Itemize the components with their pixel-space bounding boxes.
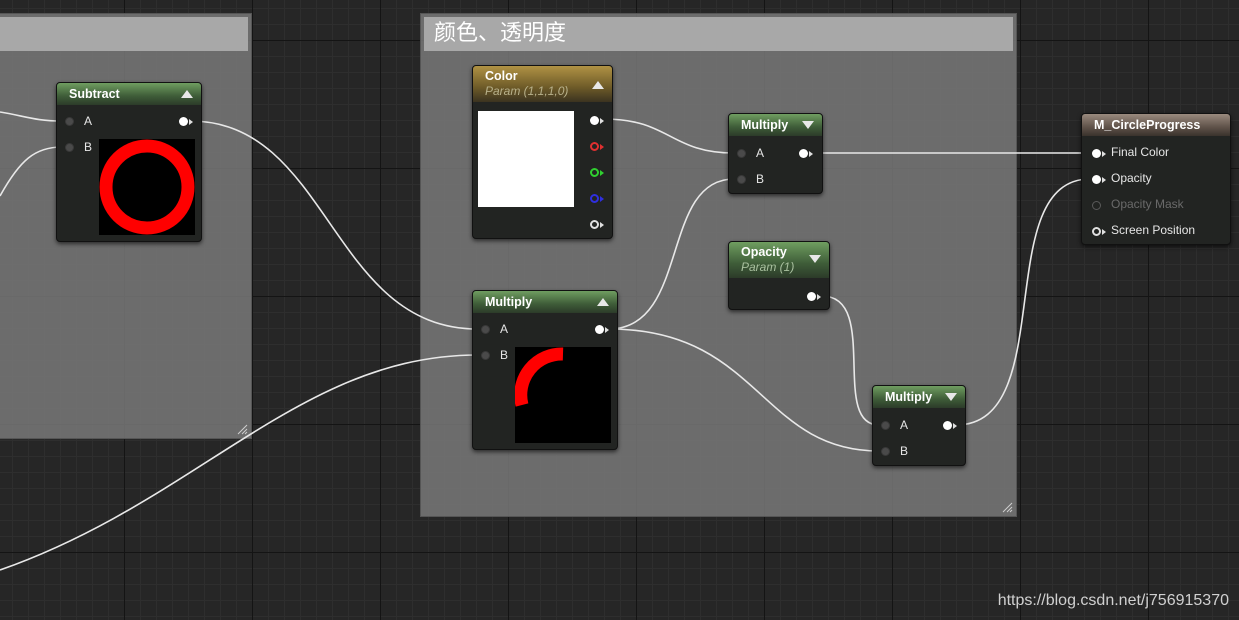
node-title: Opacity: [741, 245, 787, 259]
pin-label-opacity: Opacity: [1111, 171, 1152, 185]
node-title: Subtract: [69, 87, 120, 101]
material-result-node[interactable]: M_CircleProgress Final Color Opacity Opa…: [1081, 113, 1231, 245]
pin-output[interactable]: [807, 292, 816, 301]
pin-output-g[interactable]: [590, 168, 599, 177]
pin-output[interactable]: [799, 149, 808, 158]
pin-label-a: A: [756, 146, 765, 160]
pin-input-opacity-mask[interactable]: [1092, 201, 1101, 210]
pin-label-a: A: [84, 114, 93, 128]
output-arrow-icon: [600, 170, 604, 176]
node-header[interactable]: Opacity Param (1): [729, 242, 829, 278]
expand-arrow-icon[interactable]: [945, 393, 957, 401]
wire-color-to-multiply-top-a: [603, 118, 735, 154]
output-arrow-icon: [953, 423, 957, 429]
pin-label-b: B: [500, 348, 509, 362]
multiply-node-top[interactable]: Multiply A B: [728, 113, 823, 194]
output-arrow-icon: [600, 196, 604, 202]
node-title: Multiply: [885, 390, 933, 404]
expand-arrow-icon[interactable]: [802, 121, 814, 129]
color-swatch-preview: [478, 111, 574, 207]
collapse-arrow-icon[interactable]: [592, 81, 604, 89]
subtract-node[interactable]: Subtract A B: [56, 82, 202, 242]
pin-input-b[interactable]: [481, 351, 490, 360]
multiply-node-bottom[interactable]: Multiply A B: [872, 385, 966, 466]
pin-input-b[interactable]: [881, 447, 890, 456]
wire-in-subtract-a: [0, 111, 63, 122]
wire-multiply-mid-to-multiply-bottom-b: [608, 328, 880, 452]
pin-input-b[interactable]: [737, 175, 746, 184]
pin-input-a[interactable]: [881, 421, 890, 430]
collapse-arrow-icon[interactable]: [597, 298, 609, 306]
opacity-param-node[interactable]: Opacity Param (1): [728, 241, 830, 310]
pin-label-b: B: [84, 140, 93, 154]
multiply-node-mid[interactable]: Multiply A B: [472, 290, 618, 450]
pin-label-a: A: [500, 322, 509, 336]
pin-output[interactable]: [595, 325, 604, 334]
pin-output-rgb[interactable]: [590, 116, 599, 125]
collapse-arrow-icon[interactable]: [181, 90, 193, 98]
wire-in-multiply-mid-b: [0, 354, 479, 571]
ring-preview-image: [99, 139, 195, 235]
wire-opacity-to-multiply-bottom-a: [821, 295, 880, 426]
pin-output[interactable]: [179, 117, 188, 126]
pin-label-opacity-mask: Opacity Mask: [1111, 197, 1184, 211]
pin-input-a[interactable]: [481, 325, 490, 334]
input-arrow-icon: [1102, 229, 1106, 235]
wire-multiply-bottom-to-opacity: [955, 178, 1091, 426]
pin-input-b[interactable]: [65, 143, 74, 152]
pin-label-final-color: Final Color: [1111, 145, 1170, 159]
node-header[interactable]: Multiply: [473, 291, 617, 313]
expand-arrow-icon[interactable]: [809, 255, 821, 263]
node-title: Multiply: [485, 295, 533, 309]
pin-output-r[interactable]: [590, 142, 599, 151]
pin-input-screen-position[interactable]: [1092, 227, 1101, 236]
output-arrow-icon: [600, 222, 604, 228]
wire-subtract-to-multiply-mid-a: [189, 120, 479, 330]
node-header[interactable]: M_CircleProgress: [1082, 114, 1230, 136]
pin-output-a[interactable]: [590, 220, 599, 229]
watermark-text: https://blog.csdn.net/j756915370: [997, 592, 1229, 609]
node-header[interactable]: Multiply: [873, 386, 965, 408]
output-arrow-icon: [189, 119, 193, 125]
pin-label-b: B: [756, 172, 765, 186]
output-arrow-icon: [600, 144, 604, 150]
pin-input-a[interactable]: [65, 117, 74, 126]
output-arrow-icon: [605, 327, 609, 333]
wire-in-subtract-b: [0, 146, 63, 197]
pin-label-screen-position: Screen Position: [1111, 223, 1196, 237]
node-title: M_CircleProgress: [1094, 118, 1201, 132]
output-arrow-icon: [817, 294, 821, 300]
arc-preview-image: [515, 347, 611, 443]
wire-multiply-mid-to-multiply-top-b: [608, 178, 735, 330]
node-header[interactable]: Multiply: [729, 114, 822, 136]
pin-output-b[interactable]: [590, 194, 599, 203]
pin-label-b: B: [900, 444, 909, 458]
color-param-node[interactable]: Color Param (1,1,1,0): [472, 65, 613, 239]
node-title: Color: [485, 69, 518, 83]
pin-input-a[interactable]: [737, 149, 746, 158]
pin-label-a: A: [900, 418, 909, 432]
pin-input-final-color[interactable]: [1092, 149, 1101, 158]
output-arrow-icon: [600, 118, 604, 124]
node-title: Multiply: [741, 118, 789, 132]
input-arrow-icon: [1102, 151, 1106, 157]
node-header[interactable]: Subtract: [57, 83, 201, 105]
node-header[interactable]: Color Param (1,1,1,0): [473, 66, 612, 102]
input-arrow-icon: [1102, 177, 1106, 183]
pin-input-opacity[interactable]: [1092, 175, 1101, 184]
output-arrow-icon: [809, 151, 813, 157]
pin-output[interactable]: [943, 421, 952, 430]
